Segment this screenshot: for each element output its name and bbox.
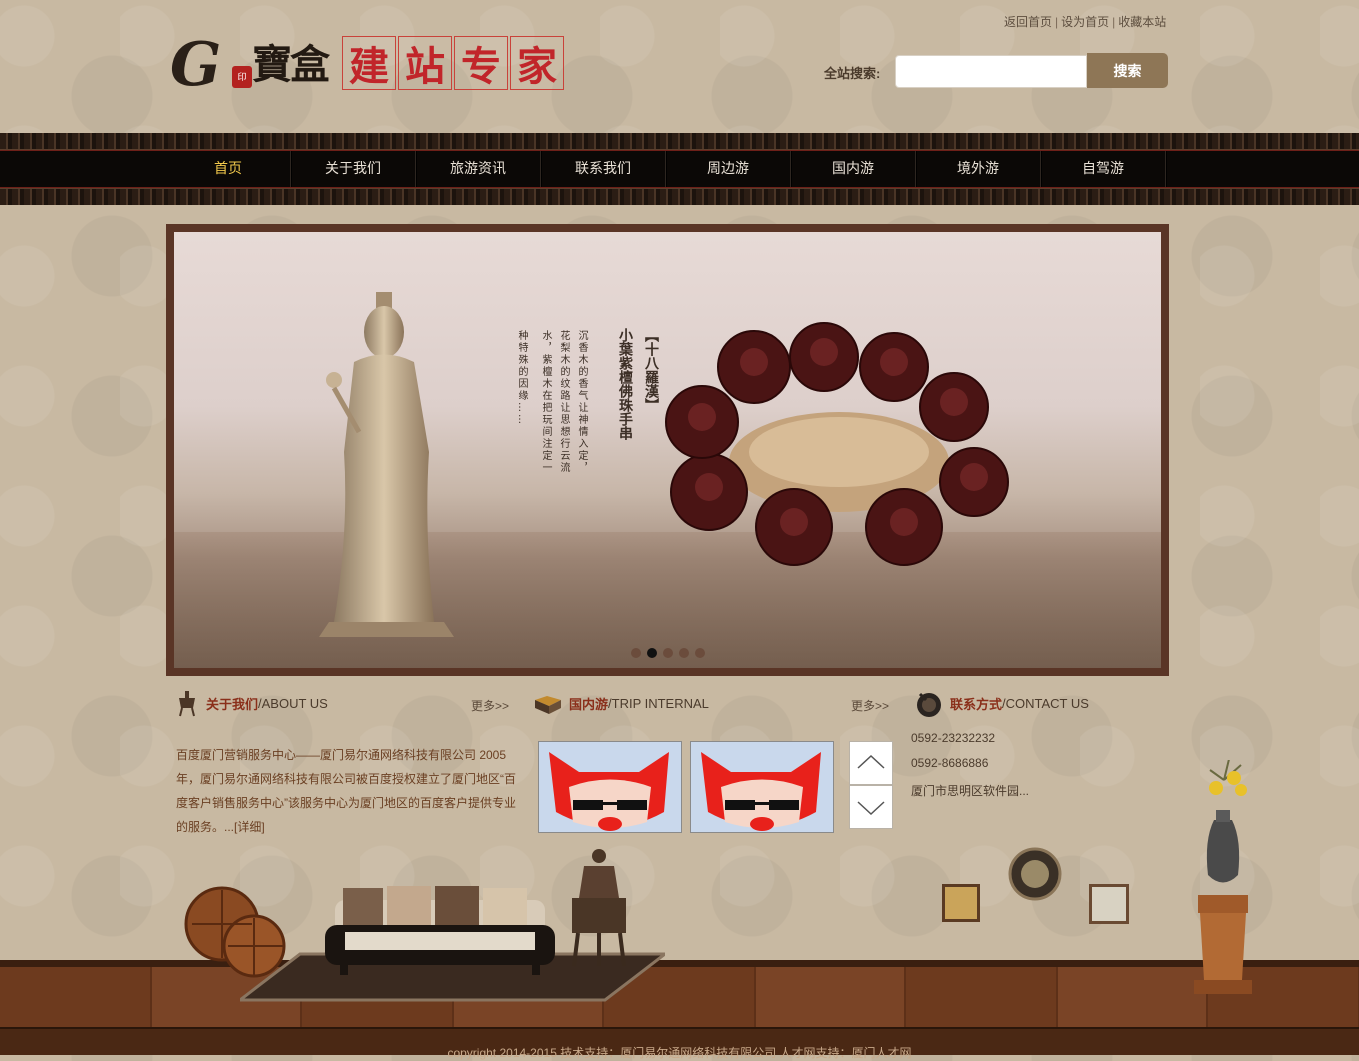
tea-icon bbox=[917, 692, 941, 717]
about-header: 关于我们/ABOUT US bbox=[174, 688, 328, 718]
statue-illustration bbox=[319, 292, 454, 637]
slide-dot[interactable] bbox=[679, 648, 689, 658]
logo-char: 建 bbox=[342, 36, 396, 90]
banner-poem: 沉香木的香气让神情入定， bbox=[576, 330, 587, 474]
framed-picture-decoration bbox=[942, 884, 980, 922]
bookmark-link[interactable]: 收藏本站 bbox=[1118, 15, 1166, 29]
domestic-more-link[interactable]: 更多>> bbox=[851, 697, 889, 714]
logo-char: 专 bbox=[454, 36, 508, 90]
logo-char: 站 bbox=[398, 36, 452, 90]
slide-dot[interactable] bbox=[647, 648, 657, 658]
nav-item-travel-news[interactable]: 旅游资讯 bbox=[416, 151, 541, 187]
search-input[interactable] bbox=[895, 55, 1087, 88]
nav-item-domestic[interactable]: 国内游 bbox=[791, 151, 916, 187]
scroll-down-button[interactable] bbox=[849, 785, 893, 829]
book-icon bbox=[535, 696, 561, 714]
divider: | bbox=[1112, 15, 1116, 29]
incense-burner-icon bbox=[179, 691, 195, 717]
banner-poem: 水，紫檀木在把玩间注定一 bbox=[540, 330, 551, 474]
nav-pattern-bottom bbox=[0, 188, 1359, 205]
slide-dot[interactable] bbox=[663, 648, 673, 658]
about-title-en: /ABOUT US bbox=[258, 695, 328, 711]
vase-pedestal-decoration bbox=[1194, 760, 1252, 994]
about-title: 关于我们 bbox=[206, 696, 259, 712]
banner-slider[interactable]: 【十八羅漢】 小葉紫檀佛珠手串 沉香木的香气让神情入定， 花梨木的纹路让思想行云… bbox=[166, 224, 1169, 676]
top-links: 返回首页 | 设为首页 | 收藏本站 bbox=[1004, 13, 1166, 30]
contact-title: 联系方式 bbox=[950, 696, 1003, 712]
bronze-censer-decoration bbox=[572, 849, 626, 967]
sofa-decoration bbox=[325, 886, 555, 975]
chevron-up-icon bbox=[857, 754, 885, 769]
logo-g-letter: G bbox=[170, 30, 222, 100]
nav-items: 首页 关于我们 旅游资讯 联系我们 周边游 国内游 境外游 自驾游 bbox=[166, 151, 1166, 187]
nav-item-about[interactable]: 关于我们 bbox=[291, 151, 416, 187]
contact-title-en: /CONTACT US bbox=[1002, 695, 1089, 711]
divider: | bbox=[1055, 15, 1059, 29]
search-button[interactable]: 搜索 bbox=[1087, 53, 1168, 88]
contact-address: 厦门市思明区软件园... bbox=[911, 784, 1030, 798]
banner-poem: 种特殊的因缘…… bbox=[516, 330, 527, 426]
nav-pattern-top bbox=[0, 133, 1359, 150]
banner-title: 小葉紫檀佛珠手串 bbox=[617, 328, 633, 440]
site-logo[interactable]: G 印 寶盒 建 站 专 家 bbox=[170, 26, 570, 100]
search-label: 全站搜索: bbox=[824, 66, 881, 81]
domestic-thumbnail[interactable] bbox=[690, 741, 834, 833]
scroll-up-button[interactable] bbox=[849, 741, 893, 785]
page: G 印 寶盒 建 站 专 家 返回首页 | 设为首页 | 收藏本站 全站搜索: 搜索 首… bbox=[0, 0, 1359, 1060]
home-link[interactable]: 返回首页 bbox=[1004, 15, 1052, 29]
nav-item-self-drive[interactable]: 自驾游 bbox=[1041, 151, 1166, 187]
main-nav: 首页 关于我们 旅游资讯 联系我们 周边游 国内游 境外游 自驾游 bbox=[0, 133, 1359, 205]
nav-item-home[interactable]: 首页 bbox=[166, 151, 291, 187]
decorative-plate bbox=[1008, 847, 1062, 901]
bracelet-illustration bbox=[665, 322, 1009, 566]
nav-item-contact[interactable]: 联系我们 bbox=[541, 151, 666, 187]
chevron-down-icon bbox=[857, 801, 885, 816]
slide-dot[interactable] bbox=[695, 648, 705, 658]
banner-poem: 花梨木的纹路让思想行云流 bbox=[558, 330, 569, 474]
contact-phone-2: 0592-8686886 bbox=[911, 756, 989, 770]
cartoon-fox-image bbox=[691, 742, 833, 832]
domestic-title: 国内游 bbox=[569, 696, 609, 712]
nav-item-nearby[interactable]: 周边游 bbox=[666, 151, 791, 187]
cartoon-fox-image bbox=[539, 742, 681, 832]
logo-seal-icon: 印 bbox=[232, 66, 252, 88]
domestic-thumbnail[interactable] bbox=[538, 741, 682, 833]
about-text: 百度厦门营销服务中心——厦门易尔通网络科技有限公司 2005 年，厦门易尔通网络… bbox=[176, 743, 516, 839]
about-more-link[interactable]: 更多>> bbox=[471, 697, 509, 714]
slide-dot[interactable] bbox=[631, 648, 641, 658]
framed-picture-decoration bbox=[1089, 884, 1129, 924]
logo-slogan: 建 站 专 家 bbox=[342, 36, 566, 90]
logo-calligraphy: 寶盒 bbox=[252, 41, 330, 88]
about-body: 百度厦门营销服务中心——厦门易尔通网络科技有限公司 2005 年，厦门易尔通网络… bbox=[176, 748, 516, 834]
domestic-title-en: /TRIP INTERNAL bbox=[608, 695, 709, 711]
domestic-header: 国内游/TRIP INTERNAL bbox=[533, 688, 709, 718]
nav-item-overseas[interactable]: 境外游 bbox=[916, 151, 1041, 187]
banner-image: 【十八羅漢】 小葉紫檀佛珠手串 沉香木的香气让神情入定， 花梨木的纹路让思想行云… bbox=[174, 232, 1161, 668]
banner-pagination bbox=[631, 648, 711, 658]
logo-char: 家 bbox=[510, 36, 564, 90]
about-detail-link[interactable]: [详细] bbox=[234, 820, 265, 834]
set-homepage-link[interactable]: 设为首页 bbox=[1061, 15, 1109, 29]
contact-header: 联系方式/CONTACT US bbox=[914, 688, 1089, 718]
contact-phone-1: 0592-23232232 bbox=[911, 731, 996, 745]
